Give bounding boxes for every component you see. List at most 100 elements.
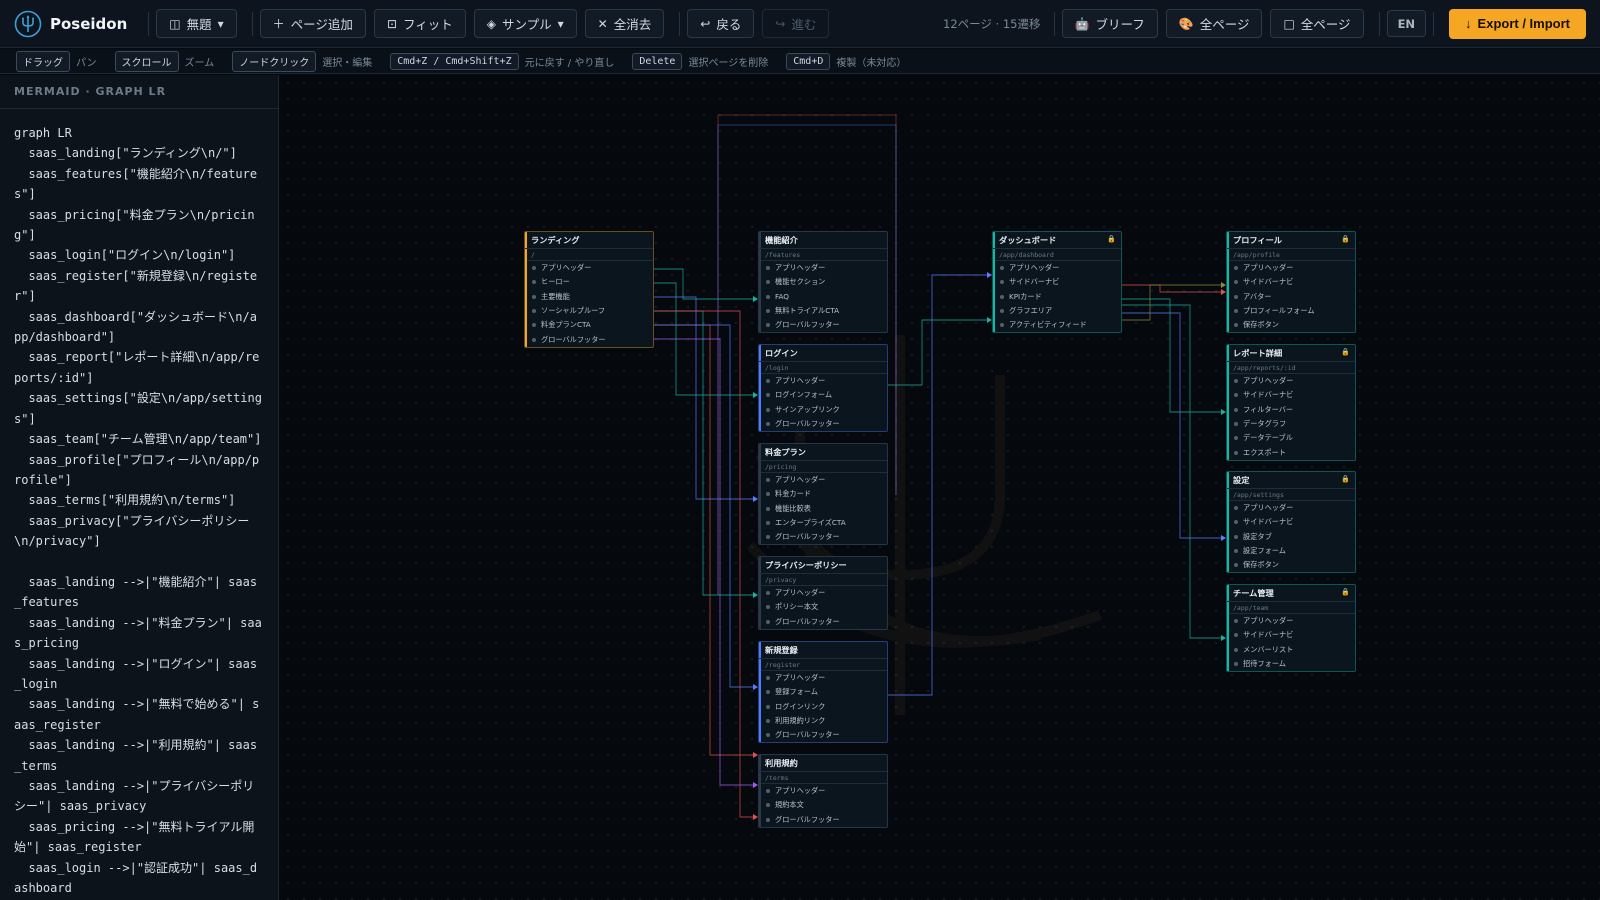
page-node-login[interactable]: ログイン/login アプリヘッダー ログインフォーム サインアップリンク グローバルフ… [758,344,888,433]
page-node-pricing[interactable]: 料金プラン/pricing アプリヘッダー 料金カード 機能比較表 エンタープライズCT… [758,443,888,546]
transition-edge[interactable] [646,268,754,300]
node-component-item[interactable]: ポリシー本文 [759,600,887,614]
node-component-item[interactable]: アプリヘッダー [759,473,887,487]
node-component-item[interactable]: アプリヘッダー [759,671,887,685]
node-component-item[interactable]: 主要機能 [525,290,653,304]
transition-edge[interactable] [1118,284,1222,293]
node-component-item[interactable]: グローバルフッター [759,813,887,827]
brief-button[interactable]: 🤖 ブリーフ [1061,9,1158,38]
node-component-item[interactable]: サイドバーナビ [993,275,1121,289]
page-node-profile[interactable]: プロフィール 🔒/app/profile アプリヘッダー サイドバーナビ アバター プロフ… [1226,231,1356,334]
node-component-item[interactable]: ログインフォーム [759,388,887,402]
fit-button[interactable]: ⊡ フィット [373,9,466,38]
transition-edge[interactable] [1118,298,1222,413]
node-component-label: 保存ボタン [1243,320,1279,330]
node-component-item[interactable]: 料金プランCTA [525,318,653,332]
project-select-button[interactable]: ◫ 無題 ▾ [156,9,237,38]
node-component-item[interactable]: アプリヘッダー [1227,614,1355,628]
node-component-item[interactable]: アプリヘッダー [759,261,887,275]
node-component-item[interactable]: アバター [1227,290,1355,304]
component-dot-icon [766,266,770,271]
node-component-item[interactable]: グラフエリア [993,304,1121,318]
node-component-item[interactable]: グローバルフッター [759,318,887,332]
node-component-item[interactable]: 無料トライアルCTA [759,304,887,318]
node-component-item[interactable]: 設定フォーム [1227,544,1355,558]
select-all-pages-button[interactable]: □ 全ページ [1270,9,1364,38]
transition-edge[interactable] [646,324,754,688]
page-node-features[interactable]: 機能紹介/features アプリヘッダー 機能セクション FAQ 無料トライアルCTA… [758,231,888,334]
node-component-item[interactable]: 保存ボタン [1227,318,1355,332]
page-node-team[interactable]: チーム管理 🔒 /app/team アプリヘッダー サイドバーナビ メンバーリスト 招待フォ… [1226,584,1356,673]
node-component-item[interactable]: 規約本文 [759,798,887,812]
node-component-item[interactable]: データグラフ [1227,417,1355,431]
page-node-report[interactable]: レポート詳細 🔒 /app/reports/:id アプリヘッダー サイドバーナビ フィル… [1226,344,1356,461]
node-component-item[interactable]: 保存ボタン [1227,558,1355,572]
node-component-item[interactable]: プロフィールフォーム [1227,304,1355,318]
language-toggle[interactable]: EN [1386,10,1427,37]
undo-icon: ↩ [700,16,711,31]
node-component-item[interactable]: サイドバーナビ [1227,628,1355,642]
add-page-button[interactable]: ＋ ページ追加 [259,9,366,38]
page-node-dashboard[interactable]: ダッシュボード 🔒 /app/dashboard アプリヘッダー サイドバーナビ KPIカ… [992,231,1122,334]
component-dot-icon [766,478,770,483]
toolbar-divider [1433,11,1435,36]
page-node-settings[interactable]: 設定 🔒 /app/settings アプリヘッダー サイドバーナビ 設定タブ 設定フォーム… [1226,471,1356,574]
component-dot-icon [1234,294,1238,299]
node-component-item[interactable]: グローバルフッター [759,615,887,629]
node-component-item[interactable]: アプリヘッダー [525,261,653,275]
node-component-item[interactable]: メンバーリスト [1227,643,1355,657]
node-title: プロフィール 🔒 [1227,232,1355,249]
node-component-item[interactable]: エンタープライズCTA [759,516,887,530]
page-node-register[interactable]: 新規登録/register アプリヘッダー 登録フォーム ログインリンク 利用規約リンク… [758,641,888,744]
node-component-item[interactable]: 機能セクション [759,275,887,289]
theme-all-pages-button[interactable]: 🎨 全ページ [1165,9,1263,38]
node-component-item[interactable]: アプリヘッダー [759,586,887,600]
node-component-item[interactable]: サイドバーナビ [1227,275,1355,289]
node-component-item[interactable]: FAQ [759,290,887,304]
node-component-item[interactable]: サインアップリンク [759,403,887,417]
node-component-item[interactable]: アプリヘッダー [1227,374,1355,388]
node-component-item[interactable]: グローバルフッター [525,332,653,346]
node-component-item[interactable]: 設定タブ [1227,530,1355,544]
transition-edge[interactable] [646,338,754,786]
page-node-landing[interactable]: ランディング / アプリヘッダー ヒーロー 主要機能 ソーシャルプルーフ 料金プランCTA グ… [524,231,654,348]
node-component-item[interactable]: ヒーロー [525,275,653,289]
node-component-item[interactable]: アプリヘッダー [993,261,1121,275]
node-component-item[interactable]: 招待フォーム [1227,657,1355,671]
sample-button[interactable]: ◈ サンプル ▾ [473,9,577,38]
node-component-item[interactable]: グローバルフッター [759,417,887,431]
transition-edge[interactable] [646,310,754,818]
undo-button[interactable]: ↩ 戻る [687,9,755,38]
node-component-item[interactable]: アプリヘッダー [759,374,887,388]
node-component-item[interactable]: KPIカード [993,290,1121,304]
node-component-item[interactable]: フィルターバー [1227,403,1355,417]
transition-edge[interactable] [646,324,754,756]
node-component-item[interactable]: グローバルフッター [759,728,887,742]
node-component-item[interactable]: 機能比較表 [759,502,887,516]
node-component-item[interactable]: アプリヘッダー [1227,261,1355,275]
node-component-item[interactable]: ログインリンク [759,700,887,714]
transition-edge[interactable] [646,310,754,596]
node-component-item[interactable]: 登録フォーム [759,685,887,699]
export-import-button[interactable]: ↓ Export / Import [1449,8,1586,39]
node-component-item[interactable]: エクスポート [1227,445,1355,459]
node-component-item[interactable]: 料金カード [759,487,887,501]
node-component-item[interactable]: サイドバーナビ [1227,388,1355,402]
flow-canvas[interactable]: ランディング / アプリヘッダー ヒーロー 主要機能 ソーシャルプルーフ 料金プランCTA グ… [280,75,1600,900]
clear-all-button[interactable]: ✕ 全消去 [584,9,665,38]
node-route: /register [759,659,887,671]
page-node-privacy[interactable]: プライバシーポリシー/privacy アプリヘッダー ポリシー本文 グローバルフッター [758,556,888,630]
mermaid-code-editor[interactable]: graph LR saas_landing["ランディング\n/"] saas_… [0,109,278,900]
redo-button[interactable]: ↪ 進む [762,9,830,38]
node-component-item[interactable]: グローバルフッター [759,530,887,544]
node-component-item[interactable]: データテーブル [1227,431,1355,445]
node-component-item[interactable]: アクティビティフィード [993,318,1121,332]
page-node-terms[interactable]: 利用規約/terms アプリヘッダー 規約本文 グローバルフッター [758,754,888,828]
node-component-item[interactable]: アプリヘッダー [1227,501,1355,515]
node-component-item[interactable]: 利用規約リンク [759,714,887,728]
component-dot-icon [766,690,770,695]
node-component-item[interactable]: ソーシャルプルーフ [525,304,653,318]
transition-edge[interactable] [646,296,754,500]
node-component-item[interactable]: アプリヘッダー [759,784,887,798]
node-component-item[interactable]: サイドバーナビ [1227,515,1355,529]
